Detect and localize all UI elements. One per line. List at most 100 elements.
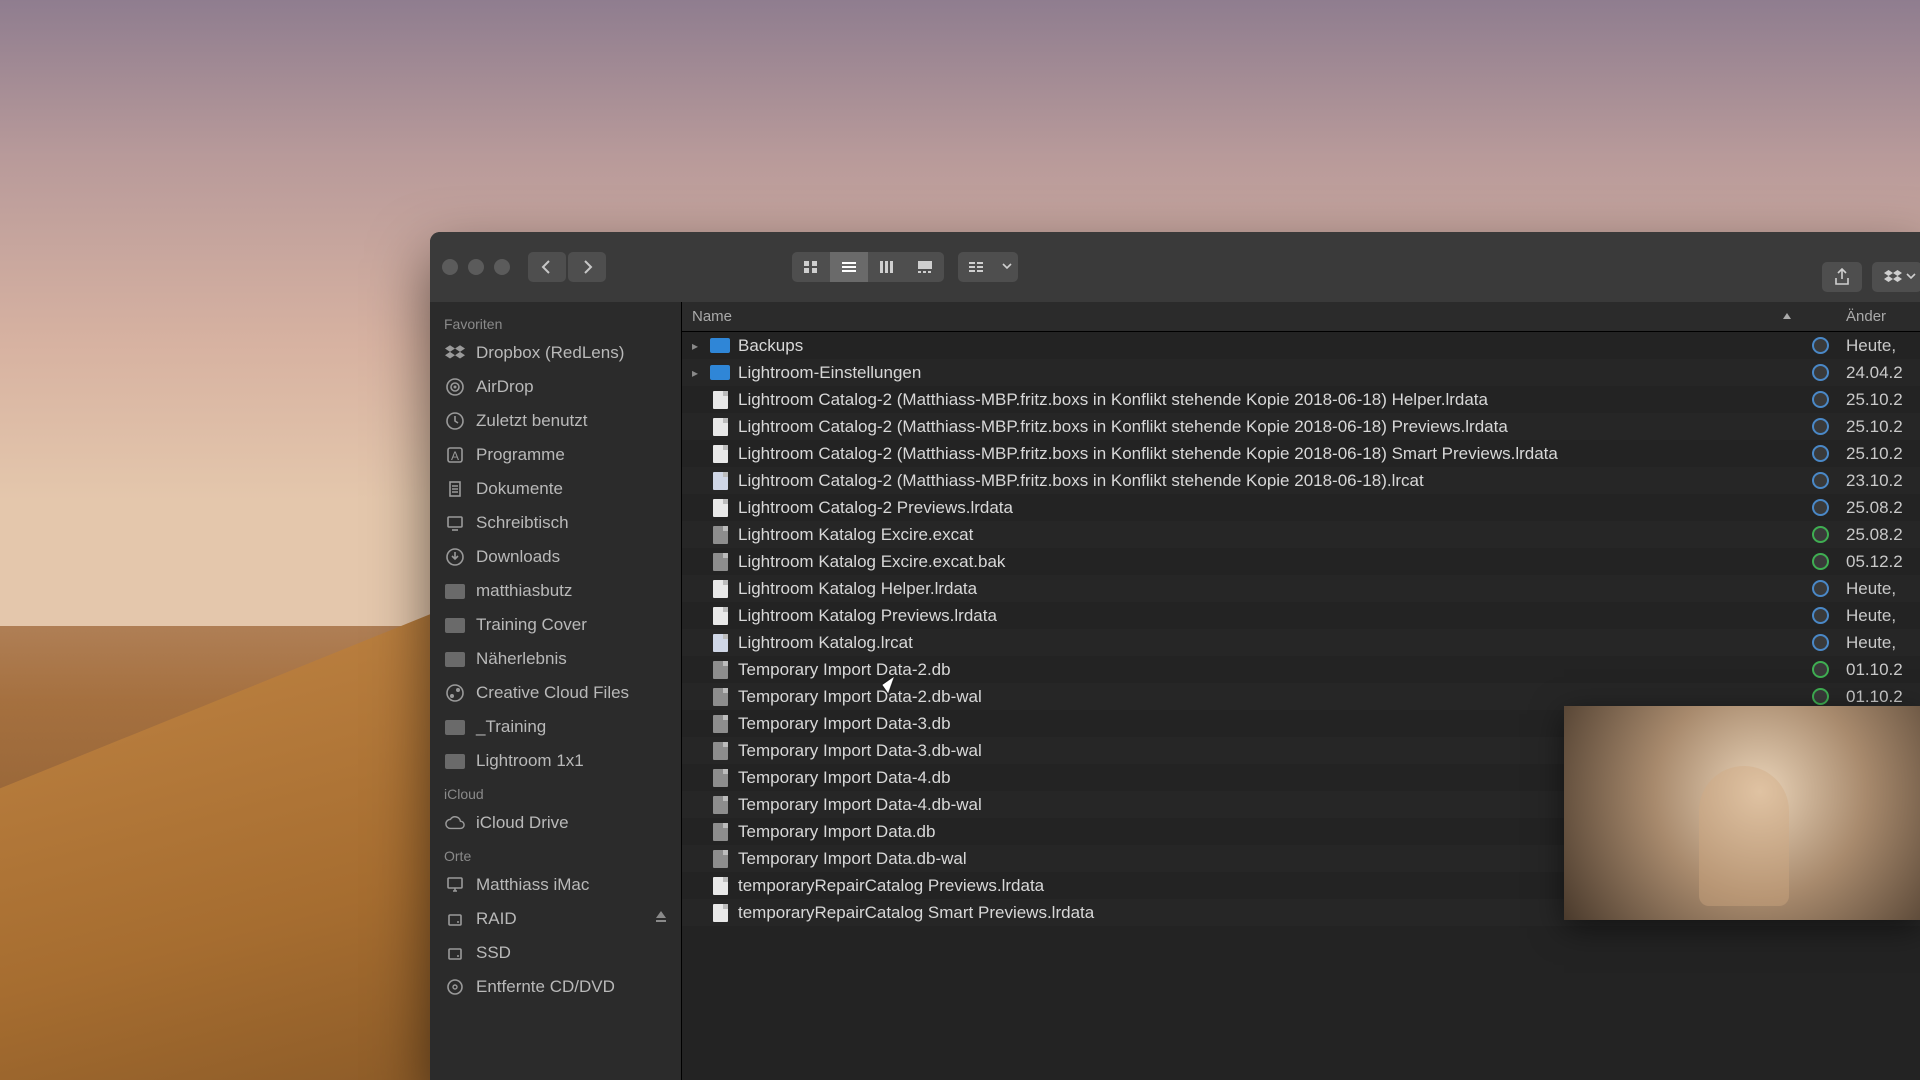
sync-pending-icon: [1812, 418, 1829, 435]
file-name: Temporary Import Data-3.db-wal: [738, 741, 982, 761]
file-row[interactable]: Lightroom Catalog-2 (Matthiass-MBP.fritz…: [682, 386, 1920, 413]
back-button[interactable]: [528, 252, 566, 282]
imac-icon: [444, 874, 466, 896]
dropbox-toolbar-button[interactable]: [1872, 262, 1920, 292]
sidebar-item[interactable]: Training Cover: [430, 608, 681, 642]
file-row[interactable]: Temporary Import Data-2.db01.10.2: [682, 656, 1920, 683]
sidebar-item[interactable]: _Training: [430, 710, 681, 744]
sidebar-item[interactable]: Lightroom 1x1: [430, 744, 681, 778]
minimize-icon[interactable]: [468, 259, 484, 275]
zoom-icon[interactable]: [494, 259, 510, 275]
chevron-down-icon: [1906, 273, 1916, 281]
sync-done-icon: [1812, 526, 1829, 543]
webcam-overlay: [1564, 706, 1920, 920]
sidebar-item[interactable]: RAID: [430, 902, 681, 936]
file-row[interactable]: Lightroom Katalog Excire.excat 25.08.2: [682, 521, 1920, 548]
sidebar-item-label: Creative Cloud Files: [476, 683, 629, 703]
airdrop-icon: [444, 376, 466, 398]
view-list-button[interactable]: [830, 252, 868, 282]
view-icons-button[interactable]: [792, 252, 830, 282]
folder-icon: [710, 363, 730, 383]
file-row[interactable]: Lightroom Katalog Excire.excat.bak05.12.…: [682, 548, 1920, 575]
sidebar-item-label: Matthiass iMac: [476, 875, 589, 895]
disk-icon: [444, 908, 466, 930]
forward-button[interactable]: [568, 252, 606, 282]
list-icon: [841, 260, 857, 274]
file-row[interactable]: Lightroom Catalog-2 (Matthiass-MBP.fritz…: [682, 413, 1920, 440]
sync-status: [1802, 634, 1838, 651]
sidebar-item-label: Dropbox (RedLens): [476, 343, 624, 363]
arrange-icon: [968, 260, 986, 274]
file-row[interactable]: Lightroom Katalog Previews.lrdataHeute,: [682, 602, 1920, 629]
sidebar-item[interactable]: AirDrop: [430, 370, 681, 404]
sidebar-item[interactable]: Creative Cloud Files: [430, 676, 681, 710]
sidebar-item-label: matthiasbutz: [476, 581, 572, 601]
sidebar-item[interactable]: SSD: [430, 936, 681, 970]
sidebar-section-header: Favoriten: [430, 308, 681, 336]
folder-icon: [444, 648, 466, 670]
disclosure-triangle-icon[interactable]: ▸: [688, 339, 702, 353]
file-date: 24.04.2: [1838, 363, 1920, 383]
column-date-header[interactable]: Änder: [1838, 308, 1920, 325]
file-name: Temporary Import Data.db: [738, 822, 935, 842]
file-name: Temporary Import Data-3.db: [738, 714, 951, 734]
sidebar-item[interactable]: Dokumente: [430, 472, 681, 506]
sync-status: [1802, 661, 1838, 678]
sync-pending-icon: [1812, 472, 1829, 489]
file-icon: [710, 741, 730, 761]
view-columns-button[interactable]: [868, 252, 906, 282]
sync-status: [1802, 337, 1838, 354]
file-date: 25.10.2: [1838, 444, 1920, 464]
file-icon: [710, 525, 730, 545]
document-icon: [710, 579, 730, 599]
dropbox-icon: [444, 342, 466, 364]
sidebar-item-label: Zuletzt benutzt: [476, 411, 588, 431]
disclosure-triangle-icon[interactable]: ▸: [688, 366, 702, 380]
file-date: 25.08.2: [1838, 525, 1920, 545]
sidebar-item-label: iCloud Drive: [476, 813, 569, 833]
close-icon[interactable]: [442, 259, 458, 275]
folder-icon: [444, 750, 466, 772]
sync-status: [1802, 391, 1838, 408]
window-controls[interactable]: [442, 259, 510, 275]
sync-status: [1802, 499, 1838, 516]
file-row[interactable]: Lightroom Catalog-2 (Matthiass-MBP.fritz…: [682, 440, 1920, 467]
file-row[interactable]: Lightroom Katalog.lrcatHeute,: [682, 629, 1920, 656]
arrange-button[interactable]: [958, 252, 996, 282]
sync-status: [1802, 472, 1838, 489]
share-button[interactable]: [1822, 262, 1862, 292]
sidebar-item[interactable]: matthiasbutz: [430, 574, 681, 608]
file-icon: [710, 687, 730, 707]
sidebar-item[interactable]: Entfernte CD/DVD: [430, 970, 681, 1004]
sync-status: [1802, 553, 1838, 570]
lrcat-icon: [710, 471, 730, 491]
sidebar-item[interactable]: iCloud Drive: [430, 806, 681, 840]
sync-pending-icon: [1812, 607, 1829, 624]
document-icon: [710, 498, 730, 518]
file-row[interactable]: ▸Lightroom-Einstellungen24.04.2: [682, 359, 1920, 386]
file-row[interactable]: Lightroom Katalog Helper.lrdataHeute,: [682, 575, 1920, 602]
file-row[interactable]: ▸BackupsHeute,: [682, 332, 1920, 359]
sidebar-item[interactable]: Schreibtisch: [430, 506, 681, 540]
sidebar-item[interactable]: Dropbox (RedLens): [430, 336, 681, 370]
file-name: temporaryRepairCatalog Previews.lrdata: [738, 876, 1044, 896]
column-name-header[interactable]: Name: [682, 308, 1802, 325]
sync-pending-icon: [1812, 499, 1829, 516]
chevron-down-icon: [1002, 263, 1012, 271]
sync-status: [1802, 526, 1838, 543]
file-name: Temporary Import Data-4.db-wal: [738, 795, 982, 815]
view-gallery-button[interactable]: [906, 252, 944, 282]
file-date: 05.12.2: [1838, 552, 1920, 572]
sidebar-item-label: RAID: [476, 909, 517, 929]
file-date: Heute,: [1838, 579, 1920, 599]
file-name: Lightroom Katalog Excire.excat: [738, 525, 973, 545]
file-row[interactable]: Lightroom Catalog-2 (Matthiass-MBP.fritz…: [682, 467, 1920, 494]
arrange-menu-button[interactable]: [996, 252, 1018, 282]
sidebar-item[interactable]: Zuletzt benutzt: [430, 404, 681, 438]
sidebar-item[interactable]: Näherlebnis: [430, 642, 681, 676]
sidebar-item[interactable]: Downloads: [430, 540, 681, 574]
eject-icon[interactable]: [655, 909, 667, 929]
sidebar-item[interactable]: AProgramme: [430, 438, 681, 472]
sidebar-item[interactable]: Matthiass iMac: [430, 868, 681, 902]
file-row[interactable]: Lightroom Catalog-2 Previews.lrdata25.08…: [682, 494, 1920, 521]
